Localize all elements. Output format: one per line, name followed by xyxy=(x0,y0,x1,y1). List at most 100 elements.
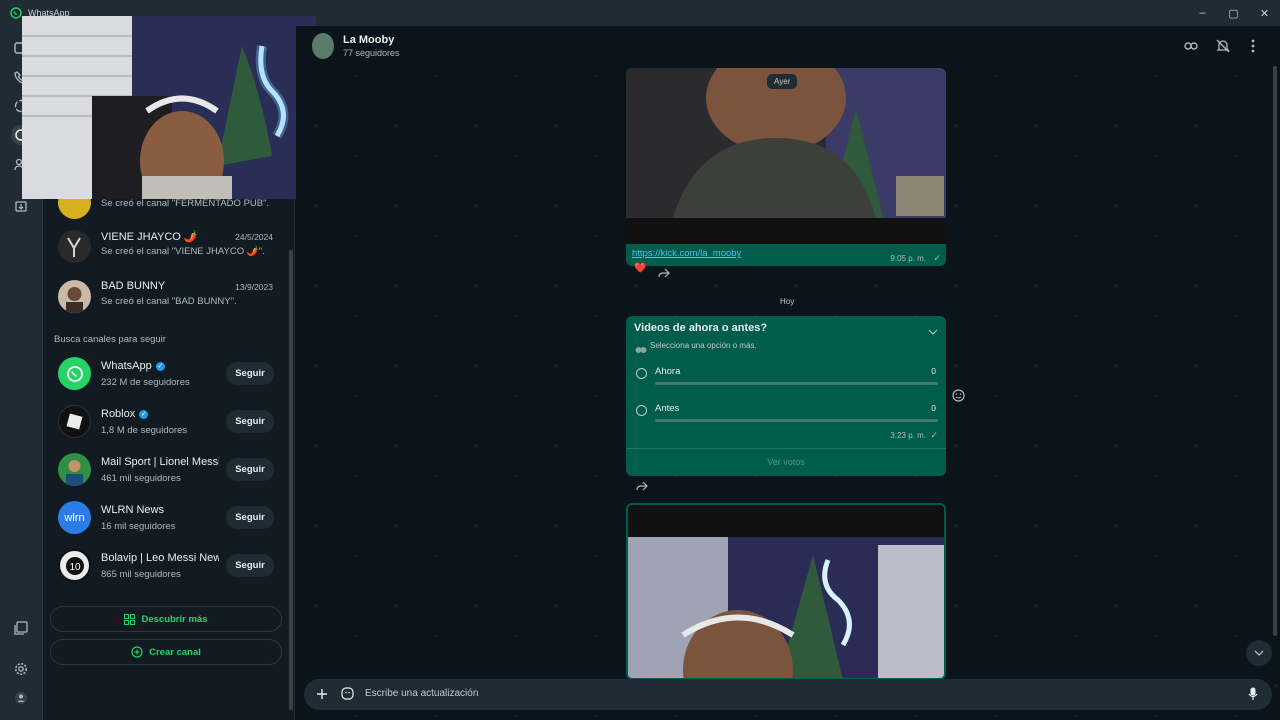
roblox-logo-icon xyxy=(58,405,91,438)
suggestion-followers: 461 mil seguidores xyxy=(101,473,181,484)
date-chip-hoy: Hoy xyxy=(780,297,795,306)
grid-icon xyxy=(124,613,136,625)
channel-name: BAD BUNNY xyxy=(101,280,166,292)
archived-icon[interactable] xyxy=(11,196,31,216)
channel-last-message: Se creó el canal "BAD BUNNY". xyxy=(101,296,237,307)
radio-icon[interactable] xyxy=(636,368,647,379)
webcam-overlay xyxy=(22,16,316,199)
follow-button[interactable]: Seguir xyxy=(226,554,274,577)
chat-header: La Mooby 77 seguidores xyxy=(296,26,1280,68)
sent-check-icon: ✓ xyxy=(933,253,941,263)
scroll-down-button[interactable] xyxy=(1246,640,1272,666)
suggestion-name: WhatsApp xyxy=(101,360,152,372)
channel-row-bad-bunny[interactable]: BAD BUNNY Se creó el canal "BAD BUNNY". … xyxy=(43,274,283,322)
poll-divider xyxy=(626,448,946,449)
poll-option-label: Ahora xyxy=(655,366,681,377)
chat-title[interactable]: La Mooby xyxy=(343,34,394,46)
forward-icon[interactable] xyxy=(658,265,670,283)
channel-row-viene-jhayco[interactable]: VIENE JHAYCO 🌶️ Se creó el canal "VIENE … xyxy=(43,224,283,272)
channel-avatar xyxy=(58,280,91,313)
chat-area: La Mooby 77 seguidores Ayer https://kick… xyxy=(296,26,1280,720)
suggestion-wlrn[interactable]: wlrn WLRN News 16 mil seguidores Seguir xyxy=(43,501,283,549)
microphone-icon[interactable] xyxy=(1248,687,1258,706)
radio-icon[interactable] xyxy=(636,405,647,416)
heart-reaction[interactable]: ❤️ xyxy=(634,263,646,274)
poll-time: 3:23 p. m. xyxy=(890,431,926,440)
link-icon[interactable] xyxy=(1184,39,1198,58)
message-link[interactable]: https://kick.com/la_mooby xyxy=(632,248,741,259)
suggestion-followers: 232 M de seguidores xyxy=(101,377,190,388)
channel-date: 24/5/2024 xyxy=(235,232,273,242)
profile-icon[interactable] xyxy=(11,688,31,708)
chevron-down-icon[interactable] xyxy=(928,322,938,340)
create-channel-icon xyxy=(131,646,143,658)
poll-option-ahora[interactable]: Ahora 0 xyxy=(635,364,939,394)
suggestion-name: Bolavip | Leo Messi News xyxy=(101,552,219,564)
media-message[interactable] xyxy=(626,503,946,680)
suggestion-followers: 1,8 M de seguidores xyxy=(101,425,188,436)
minimize-button[interactable]: – xyxy=(1187,0,1218,26)
wlrn-logo-icon: wlrn xyxy=(58,501,91,534)
view-votes-button[interactable]: Ver votos xyxy=(626,457,946,467)
multi-select-icon xyxy=(635,341,647,359)
poll-option-bar xyxy=(655,419,938,422)
suggestion-mail-sport[interactable]: Mail Sport | Lionel Messi 461 mil seguid… xyxy=(43,453,283,501)
whatsapp-logo-icon xyxy=(10,7,22,19)
channel-last-message: Se creó el canal "VIENE JHAYCO 🌶️". xyxy=(101,246,265,257)
suggestion-followers: 865 mil seguidores xyxy=(101,569,181,580)
verified-icon: ✓ xyxy=(155,361,165,371)
svg-text:10: 10 xyxy=(69,562,81,573)
bolavip-logo-icon: 10 xyxy=(58,549,91,582)
create-channel-label: Crear canal xyxy=(149,646,201,658)
suggestion-whatsapp[interactable]: WhatsApp ✓ 232 M de seguidores Seguir xyxy=(43,357,283,405)
suggestion-name: Roblox xyxy=(101,408,136,420)
suggestion-followers: 16 mil seguidores xyxy=(101,521,176,532)
maximize-button[interactable]: ▢ xyxy=(1218,0,1249,26)
sent-check-icon: ✓ xyxy=(930,430,938,440)
media-message[interactable]: Ayer https://kick.com/la_mooby 9:05 p. m… xyxy=(626,68,946,266)
suggestion-name: WLRN News xyxy=(101,504,164,516)
poll-option-label: Antes xyxy=(655,403,680,414)
message-input[interactable]: Escribe una actualización xyxy=(365,688,478,699)
close-button[interactable]: ✕ xyxy=(1249,0,1280,26)
whatsapp-logo-icon xyxy=(58,357,91,390)
follow-button[interactable]: Seguir xyxy=(226,410,274,433)
poll-hint: Selecciona una opción o más. xyxy=(650,341,757,350)
channel-last-message: Se creó el canal "FERMENTADO PUB". xyxy=(101,198,270,209)
poll-message[interactable]: Videos de ahora o antes? Selecciona una … xyxy=(626,316,946,476)
create-channel-button[interactable]: Crear canal xyxy=(50,639,282,665)
more-options-icon[interactable] xyxy=(1251,39,1255,58)
settings-icon[interactable] xyxy=(11,659,31,679)
media-image xyxy=(626,68,946,244)
channel-name: VIENE JHAYCO 🌶️ xyxy=(101,231,198,243)
mute-bell-icon[interactable] xyxy=(1216,39,1230,58)
suggestion-name: Mail Sport | Lionel Messi xyxy=(101,456,219,468)
suggestion-bolavip[interactable]: 10 Bolavip | Leo Messi News 865 mil segu… xyxy=(43,549,283,597)
suggestion-avatar xyxy=(58,453,91,486)
media-icon[interactable] xyxy=(11,618,31,638)
attach-plus-icon[interactable] xyxy=(316,687,328,705)
poll-option-count: 0 xyxy=(931,403,936,413)
emoji-react-icon[interactable] xyxy=(952,389,965,407)
follow-button[interactable]: Seguir xyxy=(226,458,274,481)
follow-button[interactable]: Seguir xyxy=(226,362,274,385)
follow-button[interactable]: Seguir xyxy=(226,506,274,529)
poll-question: Videos de ahora o antes? xyxy=(634,322,768,334)
discover-more-button[interactable]: Descubrir más xyxy=(50,606,282,632)
chat-followers: 77 seguidores xyxy=(343,48,400,58)
channel-avatar xyxy=(58,230,91,263)
channel-date: 13/9/2023 xyxy=(235,282,273,292)
forward-icon[interactable] xyxy=(636,478,648,496)
chat-scrollbar[interactable] xyxy=(1273,66,1277,636)
media-image xyxy=(628,505,944,678)
chevron-down-icon xyxy=(1254,650,1264,656)
suggest-section-title: Busca canales para seguir xyxy=(54,334,166,345)
chat-avatar[interactable] xyxy=(312,33,334,59)
poll-option-antes[interactable]: Antes 0 xyxy=(635,401,939,431)
date-chip-ayer: Ayer xyxy=(767,74,798,89)
discover-more-label: Descubrir más xyxy=(141,613,208,625)
suggestion-roblox[interactable]: Roblox ✓ 1,8 M de seguidores Seguir xyxy=(43,405,283,453)
panel-scrollbar[interactable] xyxy=(289,250,293,710)
sticker-icon[interactable] xyxy=(341,687,354,705)
verified-icon: ✓ xyxy=(139,409,149,419)
